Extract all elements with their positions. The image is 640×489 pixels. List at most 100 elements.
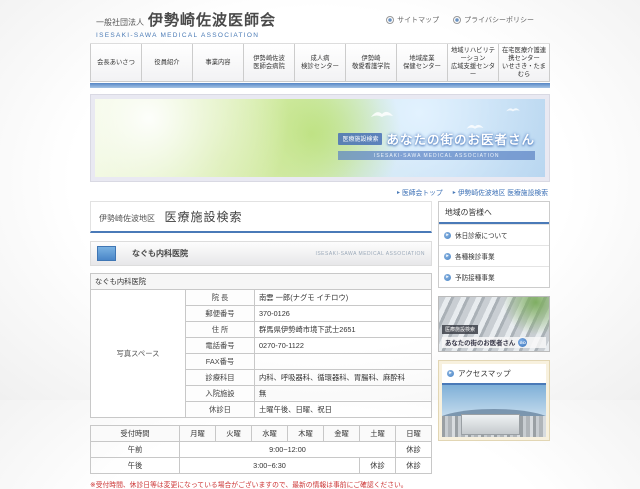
go-button[interactable]: GO <box>518 338 528 348</box>
access-map-photo[interactable] <box>442 385 546 438</box>
director-label: 院 長 <box>185 289 255 307</box>
sidebar-item-label: 休日診療について <box>455 233 508 241</box>
facility-table-title: なぐも内科医院 <box>90 273 432 291</box>
table-row: 午前 9:00~12:00 休診 <box>90 441 432 459</box>
site-header: 一般社団法人 伊勢崎佐波医師会 ISESAKI-SAWA MEDICAL ASS… <box>90 0 550 43</box>
fax-label: FAX番号 <box>185 353 255 371</box>
chevron-circle-icon: ▸ <box>444 252 451 260</box>
table-row: 受付時間 月曜 火曜 水曜 木曜 金曜 土曜 日曜 <box>90 425 432 443</box>
sidebar-item-screenings[interactable]: ▸ 各種検診事業 <box>439 245 549 266</box>
breadcrumb-current[interactable]: ▸ 伊勢崎佐波地区 医療施設検索 <box>453 187 548 198</box>
nav-item-home-care[interactable]: 在宅医療介護連携センター いせさき・たまむら <box>498 44 550 82</box>
sidebar-item-vaccination[interactable]: ▸ 予防接種事業 <box>439 266 549 287</box>
breadcrumb-current-label: 伊勢崎佐波地区 医療施設検索 <box>457 190 548 198</box>
breadcrumb-home-label: 医師会トップ <box>401 190 443 198</box>
closed-days-value: 土曜午後、日曜、祝日 <box>254 401 432 419</box>
chevron-circle-icon: ▸ <box>447 370 454 378</box>
phone-label: 電話番号 <box>185 337 255 355</box>
nav-item-business[interactable]: 事業内容 <box>192 44 243 82</box>
nav-item-nursing-school[interactable]: 伊勢崎 敬愛看護学院 <box>345 44 396 82</box>
schedule-col-mon: 月曜 <box>179 425 216 443</box>
chevron-circle-icon: ▸ <box>444 231 451 239</box>
banner-badge: 医療施設検索 <box>442 325 479 335</box>
schedule-col-tue: 火曜 <box>215 425 252 443</box>
hero-image: 医療施設検索 あなたの街のお医者さん ISESAKI-SAWA MEDICAL … <box>95 99 545 178</box>
table-row: 午後 3:00~6:30 休診 休診 <box>90 457 432 475</box>
privacy-policy-link-label: プライバシーポリシー <box>464 17 534 24</box>
breadcrumb-home[interactable]: ▸ 医師会トップ <box>396 187 443 198</box>
section-english-label: ISESAKI-SAWA MEDICAL ASSOCIATION <box>315 250 425 257</box>
page-title-area: 伊勢崎佐波地区 <box>99 214 155 224</box>
banner-overlay: 医療施設検索 あなたの街のお医者さん GO <box>442 318 546 349</box>
privacy-policy-link[interactable]: プライバシーポリシー <box>453 15 534 25</box>
schedule-note: ※受付時間、休診日等は変更になっている場合がございますので、最新の情報は事前にご… <box>90 482 408 489</box>
page-title: 伊勢崎佐波地区 医療施設検索 <box>90 201 432 234</box>
departments-value: 内科、呼吸器科、循環器科、胃腸科、麻酔科 <box>254 369 432 387</box>
hero-overlay: 医療施設検索 あなたの街のお医者さん ISESAKI-SAWA MEDICAL … <box>338 129 535 161</box>
sidebar: 地域の皆様へ ▸ 休日診療について ▸ 各種検診事業 ▸ 予防接種事業 医療施設… <box>438 201 550 442</box>
access-map-title: アクセスマップ <box>458 369 511 379</box>
address-label: 住 所 <box>185 321 255 339</box>
nav-item-officers[interactable]: 役員紹介 <box>141 44 192 82</box>
sidebar-item-label: 各種検診事業 <box>455 254 495 262</box>
schedule-col-sat: 土曜 <box>359 425 396 443</box>
page-container: 一般社団法人 伊勢崎佐波医師会 ISESAKI-SAWA MEDICAL ASS… <box>90 0 550 489</box>
pm-hours: 3:00~6:30 <box>179 457 360 475</box>
header-utility-links: サイトマップ プライバシーポリシー <box>386 15 534 25</box>
schedule-col-sun: 日曜 <box>395 425 432 443</box>
sitemap-link-label: サイトマップ <box>397 17 440 24</box>
address-value: 群馬県伊勢崎市境下武士2651 <box>254 321 432 339</box>
sidebar-item-label: 予防接種事業 <box>455 275 495 283</box>
fax-value <box>254 353 432 371</box>
page-title-main: 医療施設検索 <box>164 210 243 225</box>
bullet-circle-icon <box>386 16 395 24</box>
access-map-box: ▸ アクセスマップ <box>438 360 550 442</box>
global-nav: 会長あいさつ 役員紹介 事業内容 伊勢崎佐波 医師会病院 成人病 検診センター 伊勢… <box>90 43 550 83</box>
hero-subtitle: ISESAKI-SAWA MEDICAL ASSOCIATION <box>338 151 535 161</box>
section-square-icon <box>97 246 116 262</box>
hero-frame: 医療施設検索 あなたの街のお医者さん ISESAKI-SAWA MEDICAL … <box>90 94 550 183</box>
schedule-col-fri: 金曜 <box>323 425 360 443</box>
region-box-title: 地域の皆様へ <box>439 202 549 225</box>
photo-space-cell: 写真スペース <box>90 289 186 419</box>
org-name-en: ISESAKI-SAWA MEDICAL ASSOCIATION <box>96 32 260 39</box>
nav-item-greeting[interactable]: 会長あいさつ <box>90 44 141 82</box>
director-value: 南雲 一郎(ナグモ イチロウ) <box>254 289 432 307</box>
hero-search-badge: 医療施設検索 <box>338 132 383 145</box>
facility-name-heading: なぐも内科医院 <box>132 249 188 259</box>
schedule-col-thu: 木曜 <box>287 425 324 443</box>
content-columns: 伊勢崎佐波地区 医療施設検索 なぐも内科医院 ISESAKI-SAWA MEDI… <box>90 201 550 489</box>
table-row: なぐも内科医院 <box>90 273 432 291</box>
hero-title: あなたの街のお医者さん <box>386 133 535 148</box>
am-sunday-closed: 休診 <box>395 441 432 459</box>
facility-section-header: なぐも内科医院 ISESAKI-SAWA MEDICAL ASSOCIATION <box>90 241 432 267</box>
breadcrumb-arrow-icon: ▸ <box>396 189 400 196</box>
departments-label: 診療科目 <box>185 369 255 387</box>
nav-item-industrial-health[interactable]: 地域産業 保健センター <box>396 44 447 82</box>
nav-accent-band <box>90 83 550 89</box>
phone-value: 0270-70-1122 <box>254 337 432 355</box>
reception-schedule-table: 受付時間 月曜 火曜 水曜 木曜 金曜 土曜 日曜 午前 9:00~12:00 … <box>90 425 432 475</box>
org-name: 伊勢崎佐波医師会 <box>148 12 277 29</box>
site-logo[interactable]: 一般社団法人 伊勢崎佐波医師会 ISESAKI-SAWA MEDICAL ASS… <box>96 9 276 39</box>
nav-item-screening-center[interactable]: 成人病 検診センター <box>294 44 345 82</box>
sidebar-item-holiday-care[interactable]: ▸ 休日診療について <box>439 224 549 245</box>
nav-item-hospital[interactable]: 伊勢崎佐波 医師会病院 <box>243 44 294 82</box>
postal-code-value: 370-0126 <box>254 305 432 323</box>
closed-days-label: 休診日 <box>185 401 255 419</box>
facility-detail-table: なぐも内科医院 写真スペース 院 長 南雲 一郎(ナグモ イチロウ) 郵便番号 … <box>90 273 432 419</box>
schedule-col-wed: 水曜 <box>251 425 288 443</box>
postal-code-label: 郵便番号 <box>185 305 255 323</box>
am-hours: 9:00~12:00 <box>179 441 396 459</box>
am-label: 午前 <box>90 441 180 459</box>
facility-search-banner[interactable]: 医療施設検索 あなたの街のお医者さん GO <box>438 296 550 353</box>
chevron-circle-icon: ▸ <box>444 273 451 281</box>
main-column: 伊勢崎佐波地区 医療施設検索 なぐも内科医院 ISESAKI-SAWA MEDI… <box>90 201 432 489</box>
banner-title: あなたの街のお医者さん <box>445 340 516 348</box>
dove-icon <box>506 108 520 112</box>
bullet-circle-icon <box>453 16 462 24</box>
sitemap-link[interactable]: サイトマップ <box>386 15 439 25</box>
region-links-box: 地域の皆様へ ▸ 休日診療について ▸ 各種検診事業 ▸ 予防接種事業 <box>438 201 550 289</box>
nav-item-rehabilitation[interactable]: 地域リハビリテーション 広域支援センター <box>447 44 498 82</box>
breadcrumb: ▸ 医師会トップ ▸ 伊勢崎佐波地区 医療施設検索 <box>90 182 550 201</box>
